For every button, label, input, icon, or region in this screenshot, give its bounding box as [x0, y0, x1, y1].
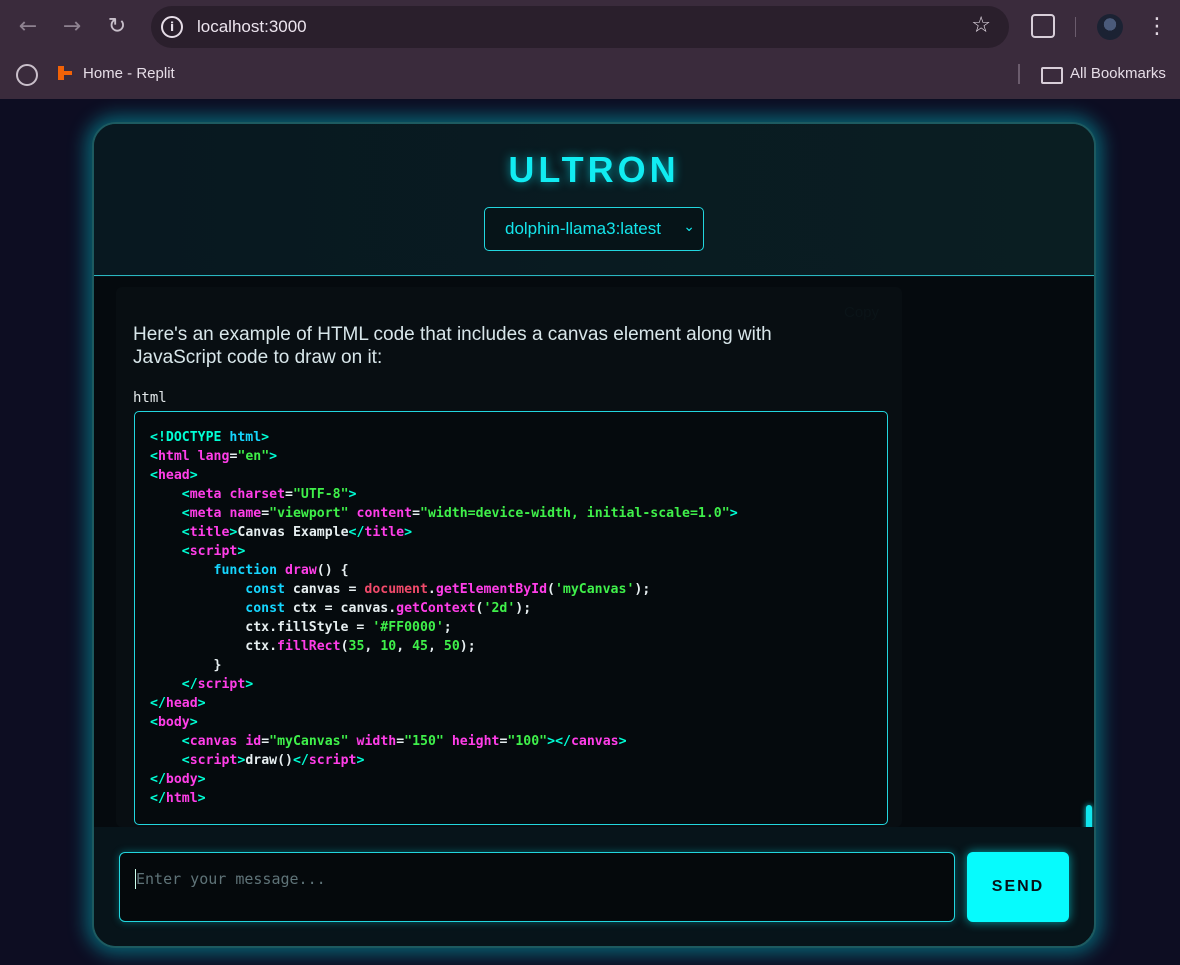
- assistant-message: Copy Here's an example of HTML code that…: [116, 287, 902, 827]
- chat-area[interactable]: Copy Here's an example of HTML code that…: [94, 277, 1094, 946]
- kebab-menu-icon[interactable]: ⋮: [1146, 13, 1168, 41]
- bookmark-star-icon[interactable]: ☆: [971, 13, 991, 38]
- bookmarks-divider: [1018, 64, 1020, 84]
- extensions-icon[interactable]: [1031, 14, 1055, 38]
- replit-logo-icon: [58, 66, 72, 80]
- browser-chrome: ← → ↻ i localhost:3000 ☆ ⋮ Home - Replit…: [0, 0, 1180, 99]
- model-select-value: dolphin-llama3:latest: [505, 219, 661, 238]
- app-title: ULTRON: [508, 149, 680, 190]
- globe-icon[interactable]: [16, 64, 38, 86]
- input-footer: Enter your message... SEND: [94, 827, 1094, 946]
- forward-arrow-icon[interactable]: →: [58, 13, 86, 41]
- message-input[interactable]: Enter your message...: [119, 852, 955, 922]
- chevron-down-icon: ⌄: [683, 219, 695, 235]
- address-bar[interactable]: i localhost:3000 ☆: [151, 6, 1009, 48]
- message-input-placeholder: Enter your message...: [136, 870, 326, 888]
- send-button[interactable]: SEND: [967, 852, 1069, 922]
- profile-avatar[interactable]: [1097, 14, 1123, 40]
- model-select[interactable]: dolphin-llama3:latest ⌄: [484, 207, 704, 251]
- url-text[interactable]: localhost:3000: [197, 17, 307, 37]
- folder-icon: [1041, 67, 1063, 84]
- toolbar-divider: [1075, 17, 1076, 37]
- code-block: <!DOCTYPE html> <html lang="en"> <head> …: [134, 411, 888, 825]
- copy-button[interactable]: Copy: [844, 304, 879, 321]
- back-arrow-icon[interactable]: ←: [14, 13, 42, 41]
- reload-icon[interactable]: ↻: [103, 13, 131, 41]
- chat-app: ULTRON dolphin-llama3:latest ⌄ Copy Here…: [92, 122, 1096, 948]
- all-bookmarks[interactable]: All Bookmarks: [1070, 65, 1166, 82]
- bookmark-home-replit[interactable]: Home - Replit: [83, 65, 175, 82]
- app-header: ULTRON dolphin-llama3:latest ⌄: [94, 124, 1094, 276]
- code-language-label: html: [133, 390, 167, 406]
- site-info-icon[interactable]: i: [161, 16, 183, 38]
- code-content: <!DOCTYPE html> <html lang="en"> <head> …: [150, 430, 738, 806]
- message-text: Here's an example of HTML code that incl…: [133, 324, 772, 368]
